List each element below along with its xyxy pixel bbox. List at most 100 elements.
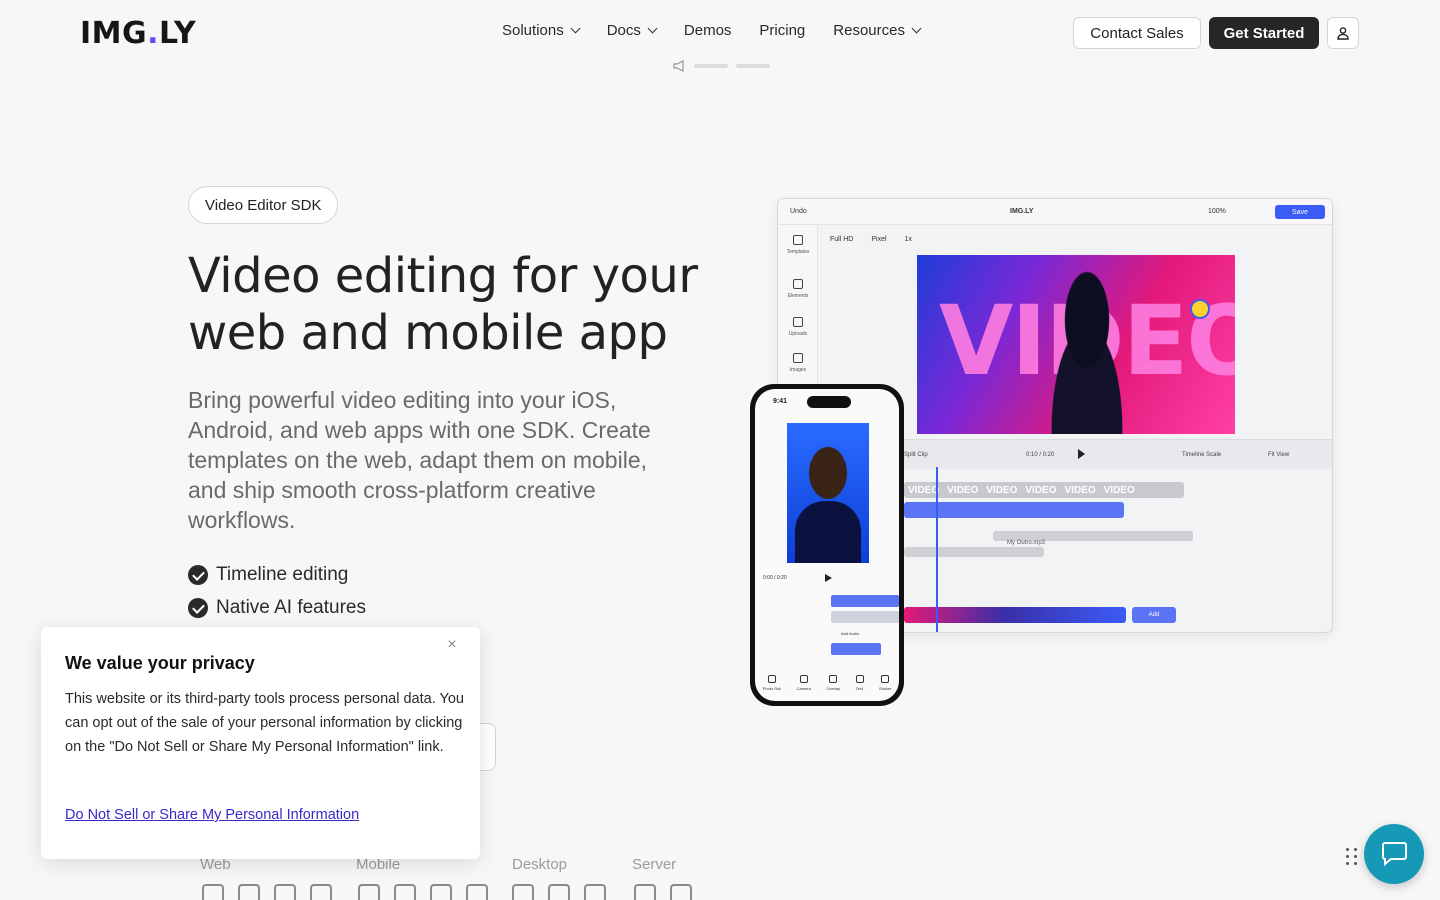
react-native-icon[interactable] bbox=[430, 884, 452, 900]
logo-text: IMG bbox=[80, 16, 148, 51]
chevron-down-icon bbox=[647, 23, 658, 34]
upload-icon bbox=[793, 317, 803, 327]
portrait-body bbox=[795, 501, 861, 563]
main-nav: Solutions Docs Demos Pricing Resources bbox=[502, 22, 922, 39]
track-clip-label: VIDEO bbox=[908, 484, 940, 496]
react-icon[interactable] bbox=[238, 884, 260, 900]
hero-subtitle: Bring powerful video editing into your i… bbox=[188, 387, 651, 533]
camera-icon bbox=[799, 675, 808, 683]
desktop-platform-icons bbox=[512, 884, 606, 900]
tool-label: Templates bbox=[786, 249, 810, 255]
announcement-carousel bbox=[672, 60, 770, 72]
tab-sticker: Sticker bbox=[879, 675, 891, 691]
timeline-add: Add bbox=[1132, 607, 1176, 623]
grip-dot bbox=[1354, 855, 1357, 858]
editor-zoom: 100% bbox=[1208, 208, 1226, 215]
tab-camera: Camera bbox=[797, 675, 811, 691]
phone-tabbar: Photo Roll Camera Overlay Text Sticker bbox=[755, 675, 899, 691]
tool-elements: Elements bbox=[778, 279, 818, 299]
tab-label: Camera bbox=[796, 686, 811, 691]
apple-icon[interactable] bbox=[358, 884, 380, 900]
chevron-down-icon bbox=[911, 23, 922, 34]
layout-icon bbox=[793, 235, 803, 245]
carousel-indicator[interactable] bbox=[694, 64, 728, 68]
nav-resources[interactable]: Resources bbox=[833, 22, 922, 39]
phone-time: 9:41 bbox=[773, 398, 788, 405]
electron-icon[interactable] bbox=[512, 884, 534, 900]
shapes-icon bbox=[793, 279, 803, 289]
editor-undo: Undo bbox=[790, 208, 807, 215]
sticker-icon bbox=[881, 675, 890, 683]
feature-label: Timeline editing bbox=[216, 563, 349, 585]
nodejs-icon[interactable] bbox=[670, 884, 692, 900]
photo-icon bbox=[767, 675, 776, 683]
grip-dot bbox=[1346, 862, 1349, 865]
tab-label: Photo Roll bbox=[762, 686, 782, 691]
track-clip-label: VIDEO bbox=[1025, 484, 1057, 496]
track-clip-label: VIDEO bbox=[1103, 484, 1135, 496]
do-not-sell-link[interactable]: Do Not Sell or Share My Personal Informa… bbox=[65, 807, 359, 823]
audio-label: My Outro.mp3 bbox=[1007, 540, 1046, 546]
phone-sticker-track bbox=[831, 595, 899, 607]
fit-view: Fit View bbox=[1268, 452, 1290, 458]
nav-label: Solutions bbox=[502, 22, 564, 39]
phone-screen: 9:41 0:00 / 0:20 Add Audio Photo Roll Ca… bbox=[755, 389, 899, 701]
flutter-icon[interactable] bbox=[466, 884, 488, 900]
nav-docs[interactable]: Docs bbox=[607, 22, 658, 39]
editor-options: Full HD Pixel 1x bbox=[830, 236, 912, 243]
server-platform-icons bbox=[634, 884, 692, 900]
tab-text: Text bbox=[855, 675, 864, 691]
nav-demos[interactable]: Demos bbox=[684, 22, 732, 39]
carousel-indicator[interactable] bbox=[736, 64, 770, 68]
chat-button[interactable] bbox=[1364, 824, 1424, 884]
nav-pricing[interactable]: Pricing bbox=[759, 22, 805, 39]
tool-templates: Templates bbox=[778, 235, 818, 255]
audio-track: My Outro.mp3 bbox=[993, 531, 1193, 546]
logo-text-suffix: LY bbox=[159, 16, 197, 51]
javascript-icon[interactable] bbox=[202, 884, 224, 900]
feature-item: Native AI features bbox=[188, 591, 366, 624]
split-clip: Split Clip bbox=[904, 452, 928, 458]
timeline-time: 0:10 / 0:20 bbox=[1026, 452, 1055, 458]
tab-label: Text bbox=[855, 686, 863, 691]
user-icon bbox=[1337, 27, 1349, 40]
play-icon bbox=[825, 574, 832, 582]
portrait-head bbox=[809, 447, 847, 499]
close-icon[interactable]: × bbox=[444, 637, 460, 653]
scale-select: 1x bbox=[904, 236, 912, 243]
smiley-sticker bbox=[1190, 299, 1210, 319]
tool-label: Elements bbox=[787, 293, 809, 299]
editor-save: Save bbox=[1275, 205, 1325, 219]
angular-icon[interactable] bbox=[274, 884, 296, 900]
desktop-app-icon[interactable] bbox=[584, 884, 606, 900]
chevron-down-icon bbox=[570, 23, 581, 34]
imgly-logo[interactable]: IMG.LY bbox=[80, 16, 196, 51]
macos-icon[interactable] bbox=[548, 884, 570, 900]
logo-dot: . bbox=[147, 16, 160, 51]
tab-overlay: Overlay bbox=[826, 675, 840, 691]
track-clip-label: VIDEO bbox=[986, 484, 1018, 496]
drag-handle-icon[interactable] bbox=[1346, 848, 1358, 865]
account-button[interactable] bbox=[1327, 17, 1359, 49]
contact-sales-button[interactable]: Contact Sales bbox=[1073, 17, 1201, 49]
nav-solutions[interactable]: Solutions bbox=[502, 22, 581, 39]
overlay-icon bbox=[829, 675, 838, 683]
vue-icon[interactable] bbox=[310, 884, 332, 900]
nav-label: Resources bbox=[833, 22, 905, 39]
editor-brand: IMG.LY bbox=[1010, 208, 1034, 215]
feature-item: Timeline editing bbox=[188, 558, 366, 591]
editor-canvas: VIDEO bbox=[917, 255, 1235, 434]
editor-topbar: Undo IMG.LY 100% Save bbox=[778, 199, 1332, 225]
feature-list: Timeline editing Native AI features bbox=[188, 558, 366, 624]
nav-label: Pricing bbox=[759, 22, 806, 39]
server-icon[interactable] bbox=[634, 884, 656, 900]
tool-uploads: Uploads bbox=[778, 317, 818, 337]
get-started-button[interactable]: Get Started bbox=[1209, 17, 1319, 49]
privacy-title: We value your privacy bbox=[65, 653, 255, 673]
android-icon[interactable] bbox=[394, 884, 416, 900]
privacy-body: This website or its third-party tools pr… bbox=[65, 691, 464, 755]
platform-label-server: Server bbox=[632, 856, 677, 873]
text-icon bbox=[855, 675, 864, 683]
portrait-figure bbox=[1032, 269, 1142, 434]
phone-audio-track bbox=[831, 643, 881, 655]
